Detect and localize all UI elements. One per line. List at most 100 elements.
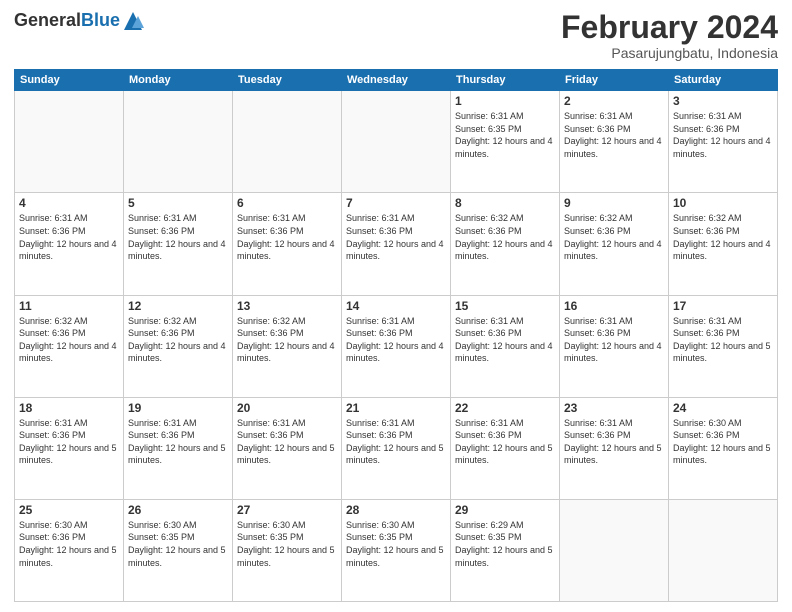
week-row-2: 11Sunrise: 6:32 AM Sunset: 6:36 PM Dayli… xyxy=(15,295,778,397)
calendar-cell-3-1: 19 Sunrise: 6:31 AM Sunset: 6:36 PM Dayli… xyxy=(124,397,233,499)
calendar-cell-2-1: 12Sunrise: 6:32 AM Sunset: 6:36 PM Dayli… xyxy=(124,295,233,397)
day-number: 25 xyxy=(19,503,119,517)
logo-text: GeneralBlue xyxy=(14,11,120,31)
day-number: 29 xyxy=(455,503,555,517)
week-row-3: 18 Sunrise: 6:31 AM Sunset: 6:36 PM Dayli… xyxy=(15,397,778,499)
day-info: Sunrise: 6:32 AM Sunset: 6:36 PM Dayligh… xyxy=(673,212,773,262)
calendar-cell-2-5: 16Sunrise: 6:31 AM Sunset: 6:36 PM Dayli… xyxy=(560,295,669,397)
day-number: 14 xyxy=(346,299,446,313)
calendar-cell-4-5 xyxy=(560,499,669,601)
day-number: 4 xyxy=(19,196,119,210)
day-number: 6 xyxy=(237,196,337,210)
day-number: 2 xyxy=(564,94,664,108)
calendar-cell-1-3: 7 Sunrise: 6:31 AM Sunset: 6:36 PM Daylig… xyxy=(342,193,451,295)
calendar-cell-1-1: 5 Sunrise: 6:31 AM Sunset: 6:36 PM Daylig… xyxy=(124,193,233,295)
day-number: 24 xyxy=(673,401,773,415)
day-number: 17 xyxy=(673,299,773,313)
calendar-cell-4-0: 25Sunrise: 6:30 AM Sunset: 6:36 PM Dayli… xyxy=(15,499,124,601)
col-wednesday: Wednesday xyxy=(342,70,451,91)
calendar-table: Sunday Monday Tuesday Wednesday Thursday… xyxy=(14,69,778,602)
logo-general: General xyxy=(14,10,81,30)
day-number: 28 xyxy=(346,503,446,517)
calendar-cell-2-4: 15 Sunrise: 6:31 AM Sunset: 6:36 PM Dayli… xyxy=(451,295,560,397)
calendar-cell-3-2: 20 Sunrise: 6:31 AM Sunset: 6:36 PM Dayli… xyxy=(233,397,342,499)
week-row-4: 25Sunrise: 6:30 AM Sunset: 6:36 PM Dayli… xyxy=(15,499,778,601)
col-sunday: Sunday xyxy=(15,70,124,91)
day-info: Sunrise: 6:32 AM Sunset: 6:36 PM Dayligh… xyxy=(19,315,119,365)
week-row-1: 4 Sunrise: 6:31 AM Sunset: 6:36 PM Daylig… xyxy=(15,193,778,295)
day-number: 5 xyxy=(128,196,228,210)
calendar-cell-0-0 xyxy=(15,91,124,193)
day-info: Sunrise: 6:31 AM Sunset: 6:36 PM Dayligh… xyxy=(237,212,337,262)
day-number: 3 xyxy=(673,94,773,108)
day-number: 9 xyxy=(564,196,664,210)
day-number: 21 xyxy=(346,401,446,415)
logo: GeneralBlue xyxy=(14,10,144,32)
calendar-cell-0-3 xyxy=(342,91,451,193)
day-info: Sunrise: 6:31 AM Sunset: 6:36 PM Dayligh… xyxy=(346,315,446,365)
day-info: Sunrise: 6:32 AM Sunset: 6:36 PM Dayligh… xyxy=(237,315,337,365)
day-number: 12 xyxy=(128,299,228,313)
calendar-cell-1-2: 6 Sunrise: 6:31 AM Sunset: 6:36 PM Daylig… xyxy=(233,193,342,295)
calendar-cell-0-1 xyxy=(124,91,233,193)
calendar-cell-3-5: 23 Sunrise: 6:31 AM Sunset: 6:36 PM Dayli… xyxy=(560,397,669,499)
day-info: Sunrise: 6:31 AM Sunset: 6:36 PM Dayligh… xyxy=(19,417,119,467)
day-info: Sunrise: 6:31 AM Sunset: 6:36 PM Dayligh… xyxy=(128,212,228,262)
day-info: Sunrise: 6:31 AM Sunset: 6:36 PM Dayligh… xyxy=(19,212,119,262)
location: Pasarujungbatu, Indonesia xyxy=(561,45,778,61)
day-info: Sunrise: 6:31 AM Sunset: 6:36 PM Dayligh… xyxy=(128,417,228,467)
day-number: 8 xyxy=(455,196,555,210)
day-number: 18 xyxy=(19,401,119,415)
calendar-cell-2-2: 13 Sunrise: 6:32 AM Sunset: 6:36 PM Dayli… xyxy=(233,295,342,397)
day-info: Sunrise: 6:32 AM Sunset: 6:36 PM Dayligh… xyxy=(455,212,555,262)
week-row-0: 1Sunrise: 6:31 AM Sunset: 6:35 PM Daylig… xyxy=(15,91,778,193)
day-info: Sunrise: 6:31 AM Sunset: 6:36 PM Dayligh… xyxy=(564,110,664,160)
day-number: 26 xyxy=(128,503,228,517)
day-number: 20 xyxy=(237,401,337,415)
col-tuesday: Tuesday xyxy=(233,70,342,91)
col-thursday: Thursday xyxy=(451,70,560,91)
calendar-cell-3-0: 18 Sunrise: 6:31 AM Sunset: 6:36 PM Dayli… xyxy=(15,397,124,499)
day-number: 22 xyxy=(455,401,555,415)
day-info: Sunrise: 6:31 AM Sunset: 6:35 PM Dayligh… xyxy=(455,110,555,160)
calendar-cell-1-5: 9 Sunrise: 6:32 AM Sunset: 6:36 PM Daylig… xyxy=(560,193,669,295)
day-info: Sunrise: 6:31 AM Sunset: 6:36 PM Dayligh… xyxy=(564,417,664,467)
day-number: 7 xyxy=(346,196,446,210)
calendar-cell-1-6: 10Sunrise: 6:32 AM Sunset: 6:36 PM Dayli… xyxy=(669,193,778,295)
calendar-cell-3-4: 22 Sunrise: 6:31 AM Sunset: 6:36 PM Dayli… xyxy=(451,397,560,499)
day-info: Sunrise: 6:32 AM Sunset: 6:36 PM Dayligh… xyxy=(564,212,664,262)
day-info: Sunrise: 6:30 AM Sunset: 6:35 PM Dayligh… xyxy=(128,519,228,569)
logo-blue: Blue xyxy=(81,10,120,30)
calendar-cell-2-6: 17 Sunrise: 6:31 AM Sunset: 6:36 PM Dayli… xyxy=(669,295,778,397)
calendar-cell-4-4: 29Sunrise: 6:29 AM Sunset: 6:35 PM Dayli… xyxy=(451,499,560,601)
day-info: Sunrise: 6:31 AM Sunset: 6:36 PM Dayligh… xyxy=(346,212,446,262)
calendar-cell-4-2: 27 Sunrise: 6:30 AM Sunset: 6:35 PM Dayli… xyxy=(233,499,342,601)
calendar-cell-0-2 xyxy=(233,91,342,193)
col-friday: Friday xyxy=(560,70,669,91)
calendar-cell-0-4: 1Sunrise: 6:31 AM Sunset: 6:35 PM Daylig… xyxy=(451,91,560,193)
calendar-cell-2-0: 11Sunrise: 6:32 AM Sunset: 6:36 PM Dayli… xyxy=(15,295,124,397)
col-monday: Monday xyxy=(124,70,233,91)
day-info: Sunrise: 6:30 AM Sunset: 6:35 PM Dayligh… xyxy=(237,519,337,569)
calendar-cell-2-3: 14 Sunrise: 6:31 AM Sunset: 6:36 PM Dayli… xyxy=(342,295,451,397)
day-number: 15 xyxy=(455,299,555,313)
calendar-cell-4-1: 26 Sunrise: 6:30 AM Sunset: 6:35 PM Dayli… xyxy=(124,499,233,601)
day-info: Sunrise: 6:30 AM Sunset: 6:35 PM Dayligh… xyxy=(346,519,446,569)
day-info: Sunrise: 6:31 AM Sunset: 6:36 PM Dayligh… xyxy=(237,417,337,467)
calendar-cell-3-6: 24 Sunrise: 6:30 AM Sunset: 6:36 PM Dayli… xyxy=(669,397,778,499)
day-number: 27 xyxy=(237,503,337,517)
calendar-cell-0-6: 3 Sunrise: 6:31 AM Sunset: 6:36 PM Daylig… xyxy=(669,91,778,193)
day-info: Sunrise: 6:31 AM Sunset: 6:36 PM Dayligh… xyxy=(455,315,555,365)
header: GeneralBlue February 2024 Pasarujungbatu… xyxy=(14,10,778,61)
day-info: Sunrise: 6:31 AM Sunset: 6:36 PM Dayligh… xyxy=(673,315,773,365)
calendar-header-row: Sunday Monday Tuesday Wednesday Thursday… xyxy=(15,70,778,91)
calendar-cell-1-4: 8 Sunrise: 6:32 AM Sunset: 6:36 PM Daylig… xyxy=(451,193,560,295)
day-number: 19 xyxy=(128,401,228,415)
day-number: 23 xyxy=(564,401,664,415)
day-info: Sunrise: 6:30 AM Sunset: 6:36 PM Dayligh… xyxy=(673,417,773,467)
day-number: 13 xyxy=(237,299,337,313)
day-info: Sunrise: 6:31 AM Sunset: 6:36 PM Dayligh… xyxy=(673,110,773,160)
calendar-cell-4-3: 28 Sunrise: 6:30 AM Sunset: 6:35 PM Dayli… xyxy=(342,499,451,601)
day-info: Sunrise: 6:31 AM Sunset: 6:36 PM Dayligh… xyxy=(564,315,664,365)
day-info: Sunrise: 6:31 AM Sunset: 6:36 PM Dayligh… xyxy=(455,417,555,467)
